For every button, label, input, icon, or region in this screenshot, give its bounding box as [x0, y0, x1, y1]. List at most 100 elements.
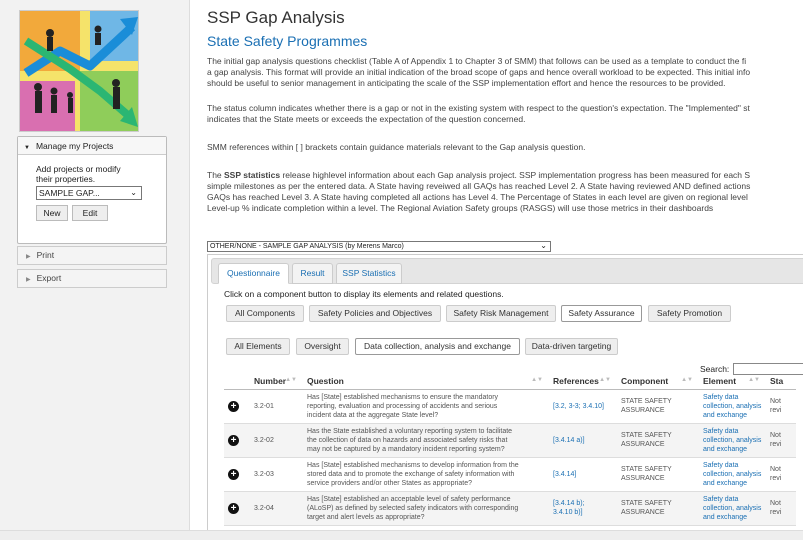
col-question-label: Question [307, 376, 344, 387]
component-line: STATE SAFETY [621, 432, 672, 439]
page-subtitle: State Safety Programmes [207, 33, 368, 49]
plus-icon[interactable]: + [228, 400, 239, 412]
element-oversight-button[interactable]: Oversight [296, 338, 349, 355]
question-cell: Has [State] established mechanisms to en… [303, 389, 549, 424]
add-projects-text-2: their properties. [36, 174, 96, 184]
reference-link[interactable]: [3.4.14 b); [553, 499, 613, 508]
project-select[interactable]: SAMPLE GAP... ⌄ [36, 186, 142, 200]
element-all-button[interactable]: All Elements [226, 338, 290, 355]
col-status-header[interactable]: Sta [766, 374, 796, 390]
tab-questionnaire[interactable]: Questionnaire [218, 263, 289, 284]
component-line: ASSURANCE [621, 407, 665, 414]
page-title: SSP Gap Analysis [207, 8, 345, 27]
tab-ssp-statistics[interactable]: SSP Statistics [336, 263, 402, 284]
component-cell: STATE SAFETY ASSURANCE [617, 491, 699, 526]
plus-icon[interactable]: + [228, 434, 239, 446]
tab-result[interactable]: Result [292, 263, 333, 284]
table-row: + 3.2-04 Has [State] established an acce… [224, 491, 796, 526]
reference-link[interactable]: [3.4.14] [553, 470, 613, 479]
col-question-header[interactable]: Question ▲▼ [303, 374, 549, 390]
col-component-label: Component [621, 376, 669, 387]
status-cell: Not revi [766, 491, 796, 526]
col-component-header[interactable]: Component ▲▼ [617, 374, 699, 390]
intro-line: The initial gap analysis questions check… [207, 56, 747, 66]
reference-cell[interactable]: [3.4.14 a)] [549, 423, 617, 458]
col-number-label: Number [254, 376, 287, 387]
col-number-header[interactable]: Number ▲▼ [250, 374, 303, 390]
expand-cell[interactable]: + [224, 389, 250, 424]
export-label: Export [36, 273, 62, 283]
number-cell: 3.2-01 [250, 389, 303, 424]
question-cell: Has the State established a voluntary re… [303, 423, 549, 458]
element-cell[interactable]: Safety data collection, analysis and excha… [699, 491, 766, 526]
bottom-scrollbar[interactable] [0, 530, 803, 540]
print-label: Print [36, 250, 55, 260]
component-cell: STATE SAFETY ASSURANCE [617, 457, 699, 492]
element-data-driven-button[interactable]: Data-driven targeting [525, 338, 618, 355]
question-line: (ALoSP) as defined by selected safety in… [307, 504, 519, 512]
col-element-header[interactable]: Element ▲▼ [699, 374, 766, 390]
component-line: ASSURANCE [621, 441, 665, 448]
status-line: Not [770, 398, 781, 405]
question-line: Has the State established a voluntary re… [307, 427, 513, 435]
chevron-down-icon: ⌄ [130, 188, 137, 197]
tabs-bar: Questionnaire Result SSP Statistics [211, 258, 803, 284]
manage-projects-header[interactable]: ▼ Manage my Projects [18, 137, 166, 155]
questions-table: Number ▲▼ Question ▲▼ References ▲▼ Compone… [224, 374, 796, 540]
statistics-line: GAQs has reached Level 3. A State having… [207, 192, 748, 202]
element-line: Safety data [703, 495, 739, 503]
status-cell: Not revi [766, 389, 796, 424]
reference-link[interactable]: 3.4.10 b)] [553, 508, 613, 517]
reference-cell[interactable]: [3.4.14 b); 3.4.10 b)] [549, 491, 617, 526]
element-cell[interactable]: Safety data collection, analysis and excha… [699, 457, 766, 492]
component-safety-assurance-button[interactable]: Safety Assurance [561, 305, 642, 322]
element-cell[interactable]: Safety data collection, analysis and excha… [699, 389, 766, 424]
plus-icon[interactable]: + [228, 468, 239, 480]
status-line: Not [770, 466, 781, 473]
status-explanation-line: indicates that the State meets or exceed… [207, 114, 526, 124]
component-safety-promotion-button[interactable]: Safety Promotion [648, 305, 731, 322]
statistics-pre: The [207, 170, 225, 180]
component-line: ASSURANCE [621, 509, 665, 516]
triangle-right-icon: ▶ [26, 254, 31, 260]
table-row: + 3.2-01 Has [State] established mechani… [224, 389, 796, 424]
status-line: revi [770, 509, 782, 516]
status-line: revi [770, 441, 782, 448]
number-cell: 3.2-02 [250, 423, 303, 458]
reference-cell[interactable]: [3.2, 3-3; 3.4.10] [549, 389, 617, 424]
element-line: and exchange [703, 479, 747, 487]
col-references-header[interactable]: References ▲▼ [549, 374, 617, 390]
element-data-collection-button[interactable]: Data collection, analysis and exchange [355, 338, 520, 355]
statistics-line: Level-up % indicate completion within a … [207, 203, 714, 213]
export-section[interactable]: ▶ Export [17, 269, 167, 288]
question-line: service providers and/or other States as… [307, 479, 472, 487]
sort-icon: ▲▼ [599, 377, 611, 383]
gap-analysis-select[interactable]: OTHER/NONE - SAMPLE GAP ANALYSIS (by Mer… [207, 241, 551, 252]
reference-link[interactable]: [3.4.14 a)] [553, 436, 613, 445]
component-cell: STATE SAFETY ASSURANCE [617, 423, 699, 458]
sort-icon: ▲▼ [681, 377, 693, 383]
element-line: collection, analysis [703, 470, 762, 478]
component-instruction: Click on a component button to display i… [224, 289, 504, 299]
component-safety-policies-button[interactable]: Safety Policies and Objectives [309, 305, 441, 322]
references-note: SMM references within [ ] brackets conta… [207, 142, 586, 152]
reference-cell[interactable]: [3.4.14] [549, 457, 617, 492]
component-safety-risk-button[interactable]: Safety Risk Management [446, 305, 556, 322]
new-project-button[interactable]: New [36, 205, 68, 221]
element-line: collection, analysis [703, 402, 762, 410]
edit-project-button[interactable]: Edit [72, 205, 108, 221]
expand-cell[interactable]: + [224, 457, 250, 492]
element-cell[interactable]: Safety data collection, analysis and excha… [699, 423, 766, 458]
expand-cell[interactable]: + [224, 423, 250, 458]
component-all-button[interactable]: All Components [226, 305, 304, 322]
component-line: STATE SAFETY [621, 500, 672, 507]
print-section[interactable]: ▶ Print [17, 246, 167, 265]
question-line: may not be captured by a mandatory incid… [307, 445, 505, 453]
question-line: reporting, evaluation and processing of … [307, 402, 498, 410]
plus-icon[interactable]: + [228, 502, 239, 514]
expand-cell[interactable]: + [224, 491, 250, 526]
col-status-label: Sta [770, 376, 784, 387]
questionnaire-widget: Questionnaire Result SSP Statistics Clic… [207, 254, 803, 540]
reference-link[interactable]: [3.2, 3-3; 3.4.10] [553, 402, 613, 411]
triangle-right-icon: ▶ [26, 277, 31, 283]
